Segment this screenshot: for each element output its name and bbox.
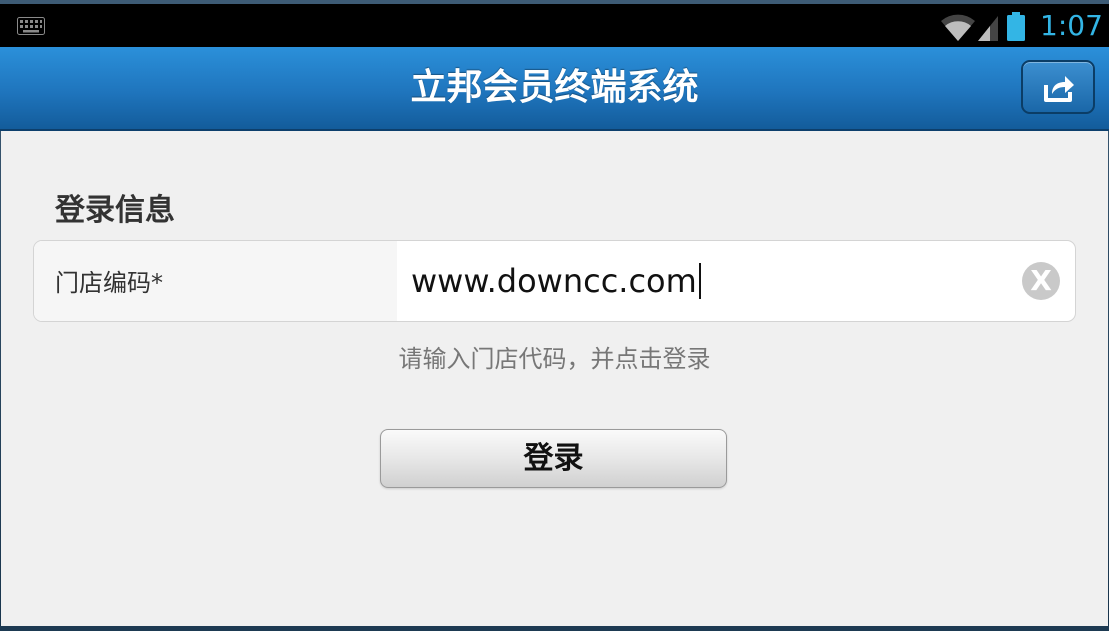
login-button[interactable]: 登录: [380, 429, 727, 488]
bottom-edge: [0, 626, 1109, 631]
login-hint: 请输入门店代码，并点击登录: [398, 345, 711, 373]
login-panel: 登录信息 门店编码* X 请输入门店代码，并点击登录 登录: [1, 131, 1108, 626]
app-window: 1:07 立邦会员终端系统 登录信息 门店编码* X 请输入门店代码，并点击登录…: [0, 0, 1109, 631]
wifi-icon: [941, 14, 975, 41]
page-title: 立邦会员终端系统: [410, 67, 699, 108]
app-header: 立邦会员终端系统: [0, 47, 1109, 131]
store-code-row: 门店编码* X: [33, 240, 1076, 322]
battery-icon: [1007, 12, 1025, 41]
store-code-label-cell: 门店编码*: [34, 241, 397, 321]
status-bar: 1:07: [0, 4, 1109, 47]
status-clock: 1:07: [1040, 9, 1103, 42]
section-title: 登录信息: [55, 193, 175, 228]
signal-icon: [978, 16, 998, 41]
text-cursor: [698, 263, 701, 299]
clear-icon: X: [1030, 264, 1052, 297]
keyboard-icon: [17, 17, 45, 35]
store-code-label: 门店编码*: [55, 269, 163, 297]
clear-input-button[interactable]: X: [1022, 262, 1060, 300]
share-icon: [1044, 76, 1074, 102]
store-code-input[interactable]: [411, 259, 1011, 303]
share-button[interactable]: [1021, 60, 1095, 114]
